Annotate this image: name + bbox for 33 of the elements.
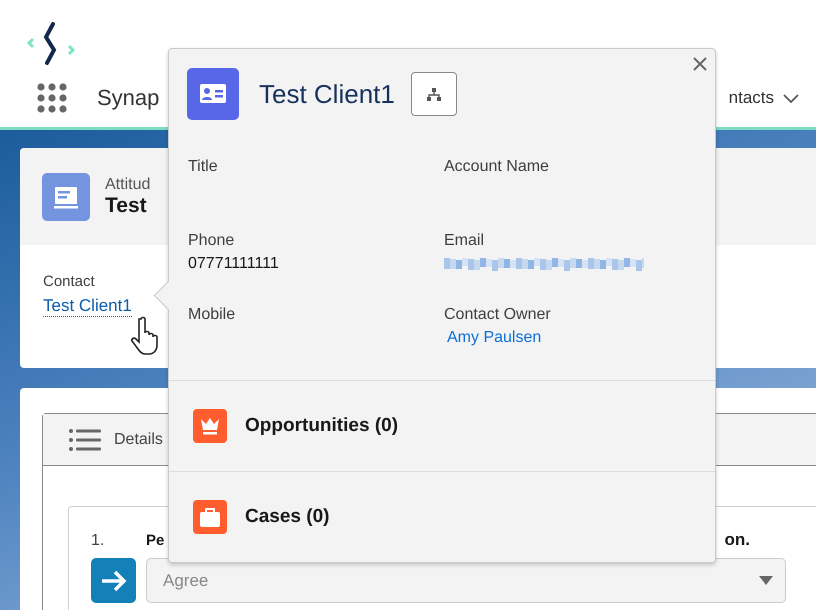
contact-name: Test Client1 — [259, 78, 395, 110]
record-icon — [42, 172, 90, 220]
field-label: Email — [444, 232, 486, 250]
record-name: Test — [105, 194, 148, 218]
field-label: Contact — [43, 273, 95, 290]
field-label: Contact Owner — [444, 306, 552, 324]
field-label: Mobile — [188, 306, 236, 324]
details-tab[interactable]: Details — [114, 430, 163, 448]
chevron-down-icon[interactable] — [782, 92, 800, 104]
caret-down-icon[interactable] — [759, 576, 773, 585]
contact-link[interactable]: Test Client1 — [43, 296, 132, 317]
field-label: Phone — [188, 232, 236, 250]
field-label: Title — [188, 158, 219, 176]
crown-icon — [193, 409, 227, 443]
hierarchy-icon — [426, 88, 441, 100]
field-label: Account Name — [444, 158, 550, 176]
question-number: 1. — [91, 532, 106, 550]
field-value: 07771111111 — [188, 255, 280, 273]
question-text: Pe — [146, 532, 164, 549]
contact-icon — [187, 68, 239, 120]
related-list-link[interactable]: Cases (0) — [245, 506, 330, 528]
arrow-right-icon — [100, 570, 128, 592]
nav-tab[interactable]: ntacts — [728, 88, 774, 108]
app-name: Synap — [97, 85, 160, 111]
app-launcher-icon[interactable] — [37, 83, 67, 113]
hierarchy-button[interactable] — [410, 72, 457, 116]
related-list-link[interactable]: Opportunities (0) — [245, 415, 398, 437]
question-text: on. — [724, 530, 750, 550]
list-icon — [68, 428, 102, 452]
object-type: Attitud — [105, 176, 150, 194]
owner-link[interactable]: Amy Paulsen — [447, 329, 715, 347]
arrow-button[interactable] — [91, 558, 136, 603]
briefcase-icon — [193, 500, 227, 534]
